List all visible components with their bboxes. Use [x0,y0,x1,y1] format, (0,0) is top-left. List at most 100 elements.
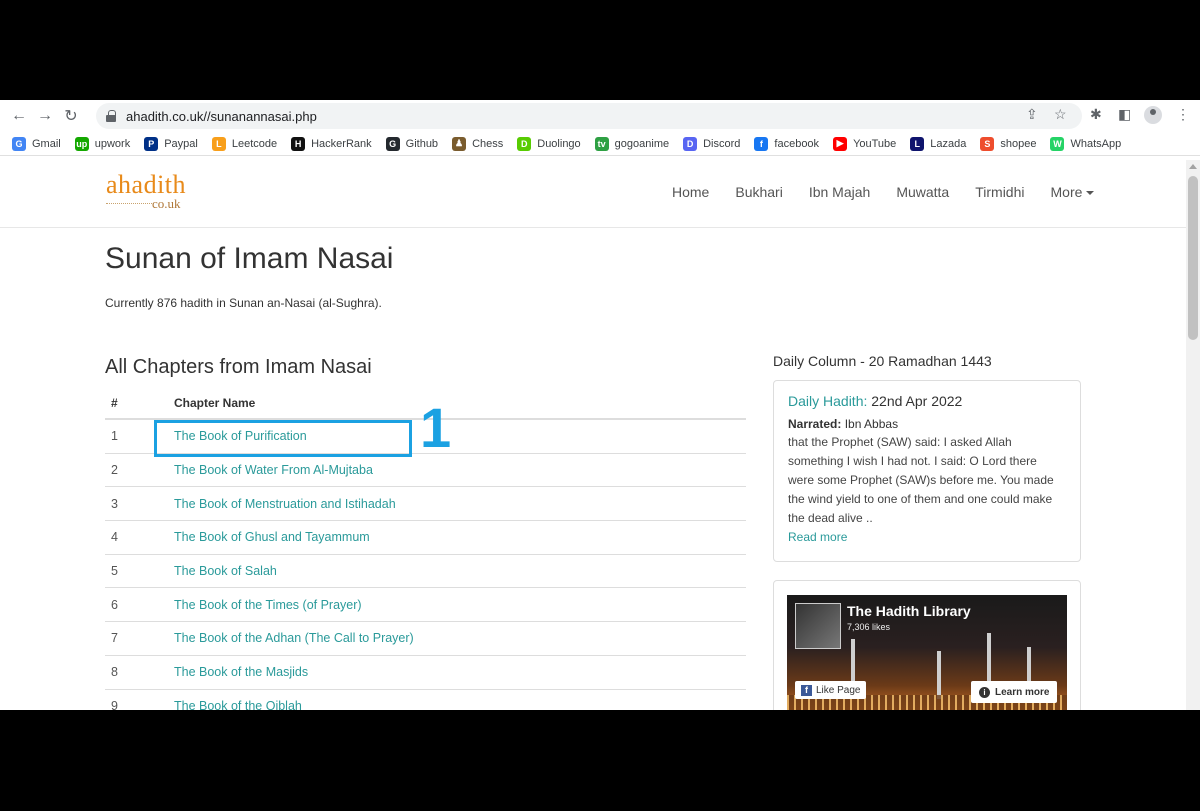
discord-icon: D [683,136,698,151]
table-row: 9 The Book of the Qiblah [105,690,746,710]
bookmark-star-icon[interactable]: ☆ [1054,106,1067,123]
scrollbar-thumb[interactable] [1188,176,1198,340]
table-row: 6 The Book of the Times (of Prayer) [105,588,746,623]
chapter-number: 4 [111,530,118,545]
github-icon: G [385,136,400,151]
read-more-link[interactable]: Read more [788,530,1066,544]
bookmark-chess[interactable]: ♟ Chess [452,136,504,151]
bookmark-discord[interactable]: D Discord [683,136,741,151]
facebook-page-banner[interactable]: The Hadith Library 7,306 likes f Like Pa… [787,595,1067,710]
extensions-icon[interactable]: ✱ [1090,106,1102,123]
chapter-number: 6 [111,597,118,612]
annotation-highlight-box [154,420,412,457]
chapter-link[interactable]: The Book of the Times (of Prayer) [174,598,362,612]
chapter-link[interactable]: The Book of the Adhan (The Call to Praye… [174,631,414,645]
daily-hadith-label: Daily Hadith: [788,393,868,409]
nav-more-dropdown[interactable]: More [1051,184,1095,200]
bookmark-lazada[interactable]: L Lazada [910,136,966,151]
logo-arabic-script [106,198,152,204]
facebook-page-thumbnail[interactable] [795,603,841,649]
bookmark-github[interactable]: G Github [385,136,439,151]
bookmark-label: Leetcode [231,137,278,150]
url-text[interactable]: ahadith.co.uk//sunanannasai.php [126,109,317,124]
duolingo-icon: D [517,136,532,151]
nav-more-label: More [1050,184,1083,200]
bookmark-label: Duolingo [537,137,581,150]
reload-icon[interactable]: ↻ [58,103,84,129]
site-logo[interactable]: ahadith co.uk [106,172,206,212]
table-row: 7 The Book of the Adhan (The Call to Pray… [105,622,746,656]
bookmark-label: Chess [472,137,504,150]
profile-avatar[interactable] [1144,106,1162,124]
bookmark-label: shopee [1000,137,1037,150]
bookmark-label: Github [405,137,439,150]
narrated-label: Narrated: [788,417,842,431]
caret-down-icon [1086,191,1095,196]
bookmark-label: Paypal [164,137,198,150]
chapter-link[interactable]: The Book of Salah [174,564,277,578]
bookmark-facebook[interactable]: f facebook [754,136,819,151]
facebook-page-name[interactable]: The Hadith Library [847,603,971,619]
nav-bukhari[interactable]: Bukhari [735,184,782,200]
header-chapter-name: Chapter Name [174,396,256,410]
bookmark-label: YouTube [853,137,897,150]
facebook-widget: The Hadith Library 7,306 likes f Like Pa… [773,580,1081,710]
learn-more-button[interactable]: i Learn more [971,681,1058,703]
daily-hadith-card: Daily Hadith: 22nd Apr 2022 Narrated: Ib… [773,380,1081,562]
page-subtitle: Currently 876 hadith in Sunan an-Nasai (… [105,296,382,310]
bookmark-paypal[interactable]: P Paypal [144,136,198,151]
chapter-link[interactable]: The Book of the Masjids [174,665,308,679]
nav-tirmidhi[interactable]: Tirmidhi [975,184,1024,200]
upwork-icon: up [74,136,89,151]
bookmark-hackerrank[interactable]: H HackerRank [291,136,372,151]
table-row: 5 The Book of Salah [105,555,746,589]
chapter-number: 9 [111,698,118,710]
table-row: 4 The Book of Ghusl and Tayammum [105,521,746,555]
bookmark-label: Gmail [32,137,61,150]
chapter-number: 2 [111,463,118,478]
bookmark-leetcode[interactable]: L Leetcode [211,136,278,151]
logo-main-text: ahadith [106,170,187,199]
nav-muwatta[interactable]: Muwatta [896,184,949,200]
bookmark-gmail[interactable]: G Gmail [12,136,61,151]
like-page-label: Like Page [816,684,861,696]
menu-kebab-icon[interactable]: ⋮ [1176,106,1190,123]
chapter-link[interactable]: The Book of Ghusl and Tayammum [174,530,370,544]
bookmark-youtube[interactable]: ▶ YouTube [833,136,897,151]
chapter-link[interactable]: The Book of Menstruation and Istihadah [174,497,396,511]
chapter-rows: 1 The Book of Purification 2 The Book of Wa… [105,420,746,710]
whatsapp-icon: W [1050,136,1065,151]
page-scrollbar[interactable] [1186,160,1200,710]
facebook-icon: f [801,684,812,696]
bookmark-label: Discord [703,137,741,150]
learn-more-label: Learn more [995,686,1050,698]
facebook-icon: f [754,136,769,151]
daily-hadith-title: Daily Hadith: 22nd Apr 2022 [788,393,1066,409]
like-page-button[interactable]: f Like Page [795,681,867,699]
share-icon[interactable]: ⇪ [1026,106,1038,123]
forward-icon[interactable]: → [32,103,58,129]
table-row: 3 The Book of Menstruation and Istihadah [105,487,746,522]
bookmark-shopee[interactable]: Sshopee [980,136,1037,151]
bookmark-upwork[interactable]: up upwork [74,136,131,151]
narrator-name: Ibn Abbas [844,417,899,431]
nav-ibn-majah[interactable]: Ibn Majah [809,184,870,200]
chapters-heading: All Chapters from Imam Nasai [105,356,372,378]
bookmark-label: upwork [94,137,131,150]
chapter-number: 7 [111,631,118,646]
nav-home[interactable]: Home [672,184,709,200]
bookmark-gogoanime[interactable]: tv gogoanime [594,136,669,151]
address-bar[interactable]: ahadith.co.uk//sunanannasai.php [96,103,1082,129]
side-panel-icon[interactable]: ◧ [1118,106,1131,123]
chapter-link[interactable]: The Book of the Qiblah [174,699,302,710]
bookmark-duolingo[interactable]: D Duolingo [517,136,581,151]
back-icon[interactable]: ← [6,103,32,129]
chapter-link[interactable]: The Book of Water From Al-Mujtaba [174,463,373,477]
lock-icon [106,110,116,122]
scroll-up-arrow-icon[interactable] [1189,164,1197,169]
browser-window: ← → ↻ ahadith.co.uk//sunanannasai.php ⇪ … [0,100,1200,710]
chapter-number: 8 [111,665,118,680]
bookmark-whatsapp[interactable]: W WhatsApp [1050,136,1121,151]
page-title: Sunan of Imam Nasai [105,242,394,275]
chess-icon: ♟ [452,136,467,151]
